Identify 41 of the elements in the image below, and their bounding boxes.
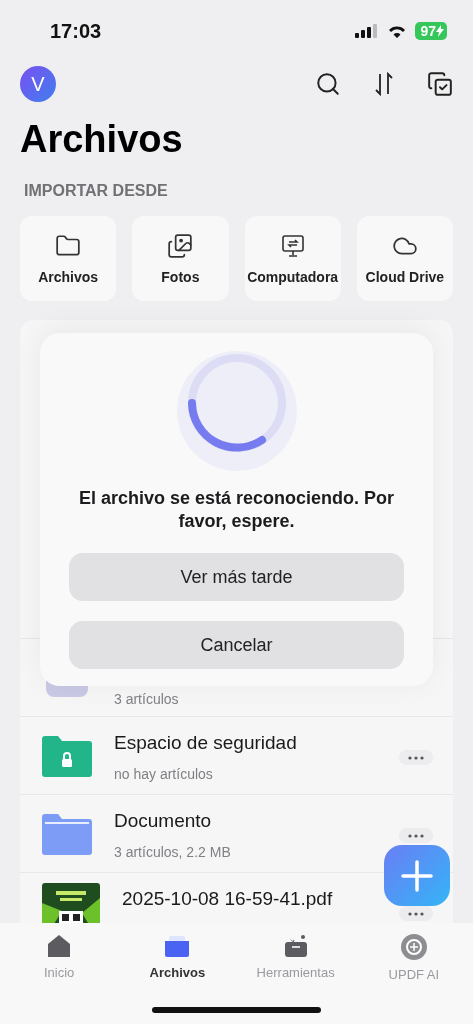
locked-folder-icon <box>42 734 92 777</box>
wifi-icon <box>387 24 408 38</box>
file-name[interactable]: Documento <box>114 810 377 832</box>
ellipsis-icon <box>408 833 424 838</box>
file-details: 3 artículos, 2.2 MB <box>114 844 232 860</box>
more-button[interactable] <box>399 906 433 921</box>
more-button[interactable] <box>399 828 433 843</box>
dialog-button[interactable]: Ver más tarde <box>69 553 404 601</box>
ai-icon <box>399 933 428 961</box>
dialog-button[interactable]: Cancelar <box>69 621 404 669</box>
section-heading: IMPORTAR DESDE <box>24 182 169 200</box>
computer-icon <box>279 232 306 259</box>
add-button[interactable] <box>384 845 450 906</box>
battery-indicator: 97 <box>415 22 447 40</box>
import-source-button[interactable]: Archivos <box>20 216 117 301</box>
status-time: 17:03 <box>50 19 102 43</box>
signal-icon <box>355 24 380 38</box>
folder-icon <box>42 812 92 855</box>
select-button[interactable] <box>427 71 453 97</box>
folder-icon <box>55 232 82 259</box>
file-details: no hay artículos <box>114 766 214 782</box>
file-name[interactable]: 2025-10-08 16-59-41.pdf <box>122 888 377 910</box>
bolt-icon <box>436 25 444 37</box>
more-button[interactable] <box>399 750 433 765</box>
folder-icon <box>164 933 191 959</box>
home-icon <box>46 933 73 959</box>
import-source-button[interactable]: Computadora <box>244 216 341 301</box>
toolbox-icon <box>282 933 309 959</box>
avatar[interactable]: V <box>20 66 56 102</box>
ellipsis-icon <box>408 755 424 760</box>
ellipsis-icon <box>408 911 424 916</box>
import-source-button[interactable]: Fotos <box>132 216 229 301</box>
photos-icon <box>167 232 194 259</box>
search-button[interactable] <box>315 71 341 97</box>
tab[interactable]: Archivos <box>118 933 237 989</box>
page-title: Archivos <box>20 117 184 162</box>
file-details: 3 artículos <box>114 691 180 707</box>
import-source-button[interactable]: Cloud Drive <box>356 216 453 301</box>
file-name[interactable]: Espacio de seguridad <box>114 732 377 754</box>
dialog-message: El archivo se está reconociendo. Por favor, espere. <box>77 487 396 533</box>
plus-icon <box>401 859 433 892</box>
